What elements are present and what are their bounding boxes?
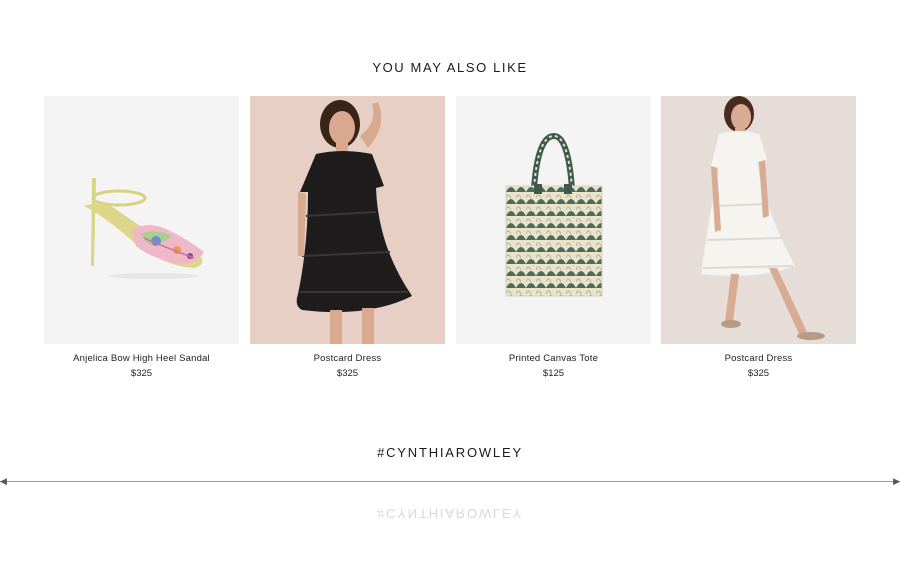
- product-name[interactable]: Postcard Dress: [661, 353, 856, 364]
- product-card-black-dress[interactable]: Postcard Dress $325: [250, 96, 445, 379]
- product-card-white-dress[interactable]: Postcard Dress $325: [661, 96, 856, 379]
- product-grid: Anjelica Bow High Heel Sandal $325 Postc…: [44, 96, 856, 386]
- divider-line: [0, 481, 900, 482]
- product-price: $325: [747, 368, 770, 379]
- product-name[interactable]: Postcard Dress: [250, 353, 445, 364]
- product-image-sandal[interactable]: [44, 96, 239, 344]
- product-card-sandal[interactable]: Anjelica Bow High Heel Sandal $325: [44, 96, 239, 379]
- product-price: $325: [130, 368, 153, 379]
- section-title: YOU MAY ALSO LIKE: [372, 60, 528, 75]
- product-price: $125: [542, 368, 565, 379]
- product-card-tote[interactable]: Printed Canvas Tote $125: [456, 96, 651, 379]
- instagram-hashtag[interactable]: #CYNTHIAROWLEY: [0, 445, 900, 460]
- product-name[interactable]: Anjelica Bow High Heel Sandal: [44, 353, 239, 364]
- product-image-tote[interactable]: [456, 96, 651, 344]
- product-image-black-dress[interactable]: [250, 96, 445, 344]
- product-image-white-dress[interactable]: [661, 96, 856, 344]
- hashtag-reflection: #CYNTHIAROWLEY: [377, 506, 523, 521]
- arrow-right-icon[interactable]: ▶: [893, 476, 900, 486]
- product-price: $325: [336, 368, 359, 379]
- arrow-left-icon[interactable]: ◀: [0, 476, 7, 486]
- product-name[interactable]: Printed Canvas Tote: [456, 353, 651, 364]
